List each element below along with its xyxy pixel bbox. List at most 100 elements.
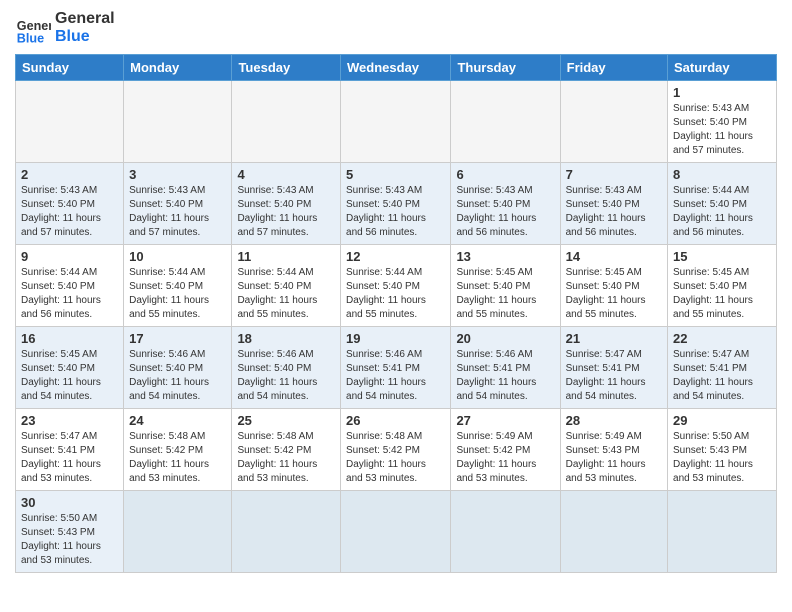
day-number: 7 — [566, 167, 662, 182]
calendar-cell: 23 Sunrise: 5:47 AM Sunset: 5:41 PM Dayli… — [16, 409, 124, 491]
calendar-week-6: 30 Sunrise: 5:50 AM Sunset: 5:43 PM Dayli… — [16, 491, 777, 573]
day-number: 13 — [456, 249, 554, 264]
day-number: 25 — [237, 413, 335, 428]
calendar-cell: 3Sunrise: 5:43 AM Sunset: 5:40 PM Daylig… — [124, 163, 232, 245]
day-number: 21 — [566, 331, 662, 346]
day-info: Sunrise: 5:44 AM Sunset: 5:40 PM Dayligh… — [237, 266, 335, 322]
day-info: Sunrise: 5:43 AM Sunset: 5:40 PM Dayligh… — [566, 184, 662, 240]
day-number: 23 — [21, 413, 118, 428]
col-header-wednesday: Wednesday — [341, 55, 451, 81]
calendar-cell: 4 Sunrise: 5:43 AM Sunset: 5:40 PM Daylig… — [232, 163, 341, 245]
calendar-cell — [232, 81, 341, 163]
day-info: Sunrise: 5:45 AM Sunset: 5:40 PM Dayligh… — [673, 266, 771, 322]
day-number: 2 — [21, 167, 118, 182]
day-number: 6 — [456, 167, 554, 182]
calendar-week-1: 1 Sunrise: 5:43 AM Sunset: 5:40 PM Daylig… — [16, 81, 777, 163]
calendar-cell — [560, 81, 667, 163]
calendar-header-row: SundayMondayTuesdayWednesdayThursdayFrid… — [16, 55, 777, 81]
calendar-cell — [124, 81, 232, 163]
calendar-cell — [124, 491, 232, 573]
calendar-cell — [560, 491, 667, 573]
day-info: Sunrise: 5:46 AM Sunset: 5:41 PM Dayligh… — [456, 348, 554, 404]
day-number: 17 — [129, 331, 226, 346]
day-info: Sunrise: 5:43 AM Sunset: 5:40 PM Dayligh… — [673, 102, 771, 158]
day-number: 26 — [346, 413, 445, 428]
day-info: Sunrise: 5:43 AM Sunset: 5:40 PM Dayligh… — [346, 184, 445, 240]
day-number: 20 — [456, 331, 554, 346]
day-info: Sunrise: 5:48 AM Sunset: 5:42 PM Dayligh… — [346, 430, 445, 486]
day-info: Sunrise: 5:46 AM Sunset: 5:41 PM Dayligh… — [346, 348, 445, 404]
calendar-cell: 27 Sunrise: 5:49 AM Sunset: 5:42 PM Dayli… — [451, 409, 560, 491]
page-header: General Blue General Blue — [15, 10, 777, 46]
day-number: 1 — [673, 85, 771, 100]
day-number: 4 — [237, 167, 335, 182]
calendar-cell: 8Sunrise: 5:44 AM Sunset: 5:40 PM Daylig… — [668, 163, 777, 245]
day-info: Sunrise: 5:45 AM Sunset: 5:40 PM Dayligh… — [21, 348, 118, 404]
day-number: 8 — [673, 167, 771, 182]
day-info: Sunrise: 5:44 AM Sunset: 5:40 PM Dayligh… — [21, 266, 118, 322]
calendar-cell: 10Sunrise: 5:44 AM Sunset: 5:40 PM Dayli… — [124, 245, 232, 327]
day-number: 29 — [673, 413, 771, 428]
day-info: Sunrise: 5:44 AM Sunset: 5:40 PM Dayligh… — [346, 266, 445, 322]
calendar-cell: 26 Sunrise: 5:48 AM Sunset: 5:42 PM Dayli… — [341, 409, 451, 491]
calendar-cell — [451, 491, 560, 573]
calendar-cell: 22Sunrise: 5:47 AM Sunset: 5:41 PM Dayli… — [668, 327, 777, 409]
calendar-cell: 21 Sunrise: 5:47 AM Sunset: 5:41 PM Dayli… — [560, 327, 667, 409]
svg-text:Blue: Blue — [17, 31, 44, 45]
calendar-cell: 19 Sunrise: 5:46 AM Sunset: 5:41 PM Dayli… — [341, 327, 451, 409]
calendar-cell: 28Sunrise: 5:49 AM Sunset: 5:43 PM Dayli… — [560, 409, 667, 491]
day-info: Sunrise: 5:43 AM Sunset: 5:40 PM Dayligh… — [129, 184, 226, 240]
day-number: 19 — [346, 331, 445, 346]
calendar-cell: 30 Sunrise: 5:50 AM Sunset: 5:43 PM Dayli… — [16, 491, 124, 573]
day-info: Sunrise: 5:45 AM Sunset: 5:40 PM Dayligh… — [566, 266, 662, 322]
day-number: 12 — [346, 249, 445, 264]
day-info: Sunrise: 5:47 AM Sunset: 5:41 PM Dayligh… — [673, 348, 771, 404]
calendar-cell: 15 Sunrise: 5:45 AM Sunset: 5:40 PM Dayli… — [668, 245, 777, 327]
col-header-sunday: Sunday — [16, 55, 124, 81]
day-number: 30 — [21, 495, 118, 510]
calendar-table: SundayMondayTuesdayWednesdayThursdayFrid… — [15, 54, 777, 573]
logo: General Blue General Blue — [15, 10, 115, 46]
day-number: 5 — [346, 167, 445, 182]
calendar-cell — [668, 491, 777, 573]
calendar-cell: 16 Sunrise: 5:45 AM Sunset: 5:40 PM Dayli… — [16, 327, 124, 409]
logo-icon: General Blue — [15, 10, 51, 46]
calendar-cell: 5 Sunrise: 5:43 AM Sunset: 5:40 PM Daylig… — [341, 163, 451, 245]
calendar-cell: 7 Sunrise: 5:43 AM Sunset: 5:40 PM Daylig… — [560, 163, 667, 245]
day-info: Sunrise: 5:50 AM Sunset: 5:43 PM Dayligh… — [673, 430, 771, 486]
calendar-week-3: 9 Sunrise: 5:44 AM Sunset: 5:40 PM Daylig… — [16, 245, 777, 327]
day-info: Sunrise: 5:48 AM Sunset: 5:42 PM Dayligh… — [129, 430, 226, 486]
calendar-cell: 12 Sunrise: 5:44 AM Sunset: 5:40 PM Dayli… — [341, 245, 451, 327]
day-info: Sunrise: 5:43 AM Sunset: 5:40 PM Dayligh… — [456, 184, 554, 240]
col-header-thursday: Thursday — [451, 55, 560, 81]
day-number: 28 — [566, 413, 662, 428]
day-info: Sunrise: 5:49 AM Sunset: 5:42 PM Dayligh… — [456, 430, 554, 486]
day-number: 9 — [21, 249, 118, 264]
calendar-cell — [341, 491, 451, 573]
day-info: Sunrise: 5:47 AM Sunset: 5:41 PM Dayligh… — [21, 430, 118, 486]
day-number: 14 — [566, 249, 662, 264]
day-info: Sunrise: 5:46 AM Sunset: 5:40 PM Dayligh… — [129, 348, 226, 404]
day-number: 10 — [129, 249, 226, 264]
day-number: 11 — [237, 249, 335, 264]
day-number: 15 — [673, 249, 771, 264]
day-info: Sunrise: 5:43 AM Sunset: 5:40 PM Dayligh… — [21, 184, 118, 240]
day-number: 18 — [237, 331, 335, 346]
calendar-cell: 18Sunrise: 5:46 AM Sunset: 5:40 PM Dayli… — [232, 327, 341, 409]
day-info: Sunrise: 5:47 AM Sunset: 5:41 PM Dayligh… — [566, 348, 662, 404]
calendar-cell: 2 Sunrise: 5:43 AM Sunset: 5:40 PM Daylig… — [16, 163, 124, 245]
day-number: 24 — [129, 413, 226, 428]
day-info: Sunrise: 5:43 AM Sunset: 5:40 PM Dayligh… — [237, 184, 335, 240]
calendar-cell: 14 Sunrise: 5:45 AM Sunset: 5:40 PM Dayli… — [560, 245, 667, 327]
calendar-week-5: 23 Sunrise: 5:47 AM Sunset: 5:41 PM Dayli… — [16, 409, 777, 491]
calendar-cell: 11 Sunrise: 5:44 AM Sunset: 5:40 PM Dayli… — [232, 245, 341, 327]
calendar-cell — [341, 81, 451, 163]
col-header-saturday: Saturday — [668, 55, 777, 81]
day-number: 27 — [456, 413, 554, 428]
col-header-tuesday: Tuesday — [232, 55, 341, 81]
calendar-cell — [451, 81, 560, 163]
day-info: Sunrise: 5:50 AM Sunset: 5:43 PM Dayligh… — [21, 512, 118, 568]
calendar-cell: 24 Sunrise: 5:48 AM Sunset: 5:42 PM Dayli… — [124, 409, 232, 491]
calendar-cell — [232, 491, 341, 573]
day-number: 16 — [21, 331, 118, 346]
